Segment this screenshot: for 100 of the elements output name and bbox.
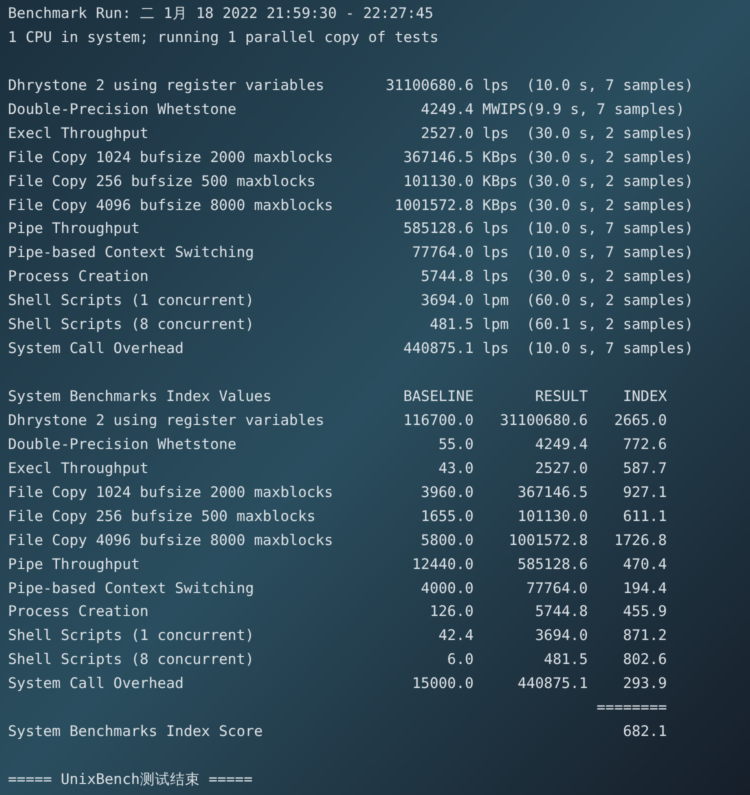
sample-info: (30.0 s, 2 samples) [526, 172, 694, 192]
baseline-value: 3960.0 [420, 482, 474, 503]
unit-label: lps [482, 244, 509, 262]
test-name: Shell Scripts (8 concurrent) [8, 316, 254, 334]
index-value: 1726.8 [614, 530, 667, 551]
baseline-value: 1655.0 [420, 506, 474, 527]
baseline-value: 43.0 [438, 458, 474, 479]
result-value: 481.5 [430, 315, 474, 336]
test-name: Dhrystone 2 using register variables [8, 412, 324, 429]
unit-label: lps [482, 340, 509, 358]
unit-label: lpm [482, 316, 509, 334]
result-value: 31100680.6 [386, 76, 474, 96]
index-value: 455.9 [622, 602, 667, 622]
result-value: 440875.1 [518, 674, 588, 694]
sample-info: (60.0 s, 2 samples) [526, 291, 694, 312]
index-value: 293.9 [622, 674, 667, 694]
footer-line: ===== UnixBench测试结束 ===== [8, 770, 253, 790]
sample-info: (30.0 s, 2 samples) [526, 196, 694, 216]
result-value: 440875.1 [403, 339, 474, 360]
column-header: INDEX [622, 387, 667, 407]
index-value: 802.6 [622, 650, 667, 670]
result-value: 1001572.8 [508, 530, 588, 551]
baseline-value: 4000.0 [420, 578, 474, 598]
result-value: 77764.0 [412, 243, 474, 264]
test-name: Shell Scripts (1 concurrent) [8, 627, 254, 644]
result-value: 101130.0 [403, 172, 474, 192]
header-line: Benchmark Run: 二 1月 18 2022 21:59:30 - 22:27:45 [8, 4, 434, 24]
unit-label: KBps [482, 172, 518, 190]
sample-info: (10.0 s, 7 samples) [526, 76, 694, 96]
index-value: 871.2 [622, 626, 667, 646]
index-value: 772.6 [622, 434, 667, 455]
sample-info: (30.0 s, 2 samples) [526, 148, 694, 168]
baseline-value: 55.0 [438, 434, 474, 455]
result-value: 4249.4 [535, 434, 588, 455]
table-title: System Benchmarks Index Values [8, 388, 272, 405]
unit-label: lps [482, 124, 509, 142]
result-value: 2527.0 [420, 124, 474, 144]
separator-line: ======== [596, 698, 667, 718]
column-header: BASELINE [403, 387, 474, 407]
test-name: Pipe Throughput [8, 220, 140, 238]
test-name: File Copy 1024 bufsize 2000 maxblocks [8, 484, 334, 501]
sample-info: (10.0 s, 7 samples) [526, 219, 694, 240]
sample-info: (10.0 s, 7 samples) [526, 339, 694, 360]
result-value: 5744.8 [420, 267, 474, 288]
result-value: 481.5 [544, 650, 588, 670]
baseline-value: 116700.0 [403, 410, 474, 431]
unit-label: MWIPS [482, 100, 526, 118]
test-name: File Copy 256 bufsize 500 maxblocks [8, 508, 316, 525]
test-name: File Copy 256 bufsize 500 maxblocks [8, 172, 316, 190]
test-name: System Call Overhead [8, 675, 184, 692]
index-value: 927.1 [622, 482, 667, 503]
index-value: 587.7 [622, 458, 667, 479]
baseline-value: 42.4 [438, 626, 474, 646]
result-value: 4249.4 [420, 100, 474, 120]
baseline-value: 15000.0 [412, 674, 474, 694]
header-line: 1 CPU in system; running 1 parallel copy of tests [8, 28, 439, 48]
test-name: Process Creation [8, 268, 149, 286]
baseline-value: 6.0 [447, 650, 474, 670]
test-name: Process Creation [8, 603, 149, 620]
index-value: 470.4 [622, 554, 667, 575]
index-value: 611.1 [622, 506, 667, 527]
unit-label: lpm [482, 292, 509, 310]
test-name: Double-Precision Whetstone [8, 436, 236, 453]
sample-info: (9.9 s, 7 samples) [526, 100, 684, 120]
test-name: Execl Throughput [8, 124, 149, 142]
unit-label: lps [482, 268, 509, 286]
unit-label: lps [482, 220, 509, 238]
test-name: Execl Throughput [8, 460, 149, 477]
baseline-value: 5800.0 [420, 530, 474, 551]
baseline-value: 126.0 [430, 602, 474, 622]
index-value: 194.4 [622, 578, 667, 598]
test-name: File Copy 1024 bufsize 2000 maxblocks [8, 148, 334, 166]
score-label: System Benchmarks Index Score [8, 723, 263, 740]
sample-info: (30.0 s, 2 samples) [526, 124, 694, 144]
score-value: 682.1 [622, 722, 667, 742]
result-value: 585128.6 [518, 554, 588, 575]
index-value: 2665.0 [614, 410, 667, 431]
test-name: System Call Overhead [8, 340, 184, 358]
test-name: Pipe-based Context Switching [8, 580, 254, 596]
result-value: 367146.5 [403, 148, 474, 168]
test-name: Pipe Throughput [8, 556, 140, 573]
baseline-value: 12440.0 [412, 554, 474, 575]
result-value: 31100680.6 [500, 410, 588, 431]
test-name: Shell Scripts (8 concurrent) [8, 651, 254, 668]
unit-label: KBps [482, 148, 518, 166]
unit-label: lps [482, 76, 509, 94]
result-value: 101130.0 [518, 506, 588, 527]
sample-info: (10.0 s, 7 samples) [526, 243, 694, 264]
result-value: 3694.0 [420, 291, 474, 312]
column-header: RESULT [535, 387, 588, 407]
result-value: 5744.8 [535, 602, 588, 622]
unit-label: KBps [482, 196, 518, 214]
sample-info: (60.1 s, 2 samples) [526, 315, 694, 336]
result-value: 77764.0 [526, 578, 588, 598]
test-name: Dhrystone 2 using register variables [8, 76, 324, 94]
test-name: File Copy 4096 bufsize 8000 maxblocks [8, 532, 334, 549]
test-name: Double-Precision Whetstone [8, 100, 236, 118]
test-name: Pipe-based Context Switching [8, 244, 254, 262]
result-value: 3694.0 [535, 626, 588, 646]
result-value: 1001572.8 [394, 196, 474, 216]
